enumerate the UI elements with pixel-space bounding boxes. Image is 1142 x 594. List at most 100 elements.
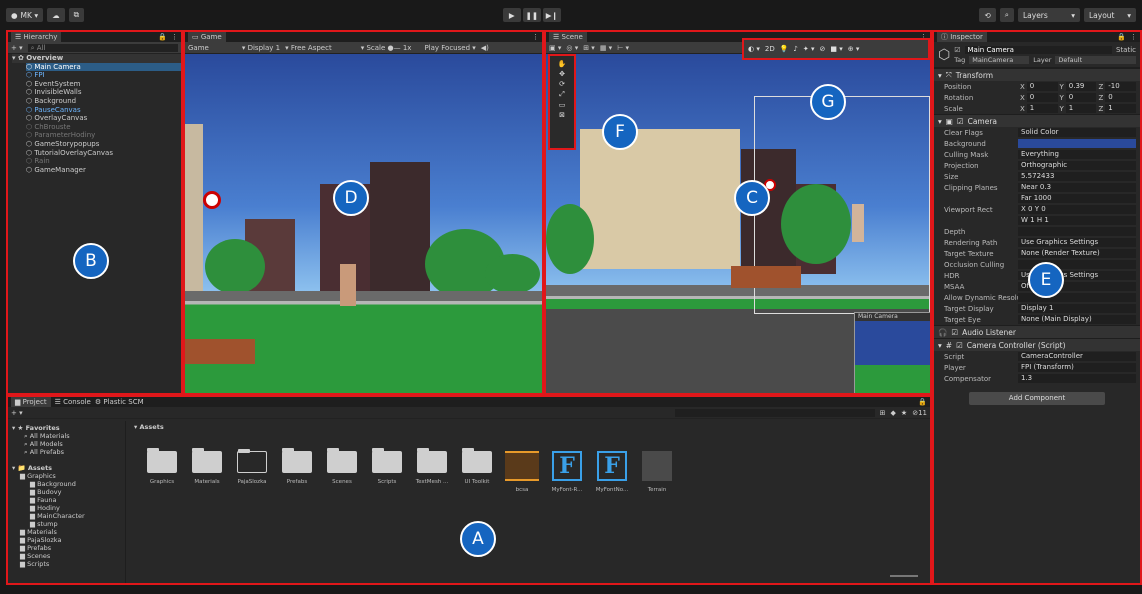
- draw-mode-dropdown[interactable]: ▣ ▾: [549, 44, 561, 52]
- hierarchy-item[interactable]: ⬡ GameStorypopups: [26, 140, 181, 149]
- gizmos-icon[interactable]: ⊕ ▾: [848, 45, 860, 53]
- transform-z-field[interactable]: -10: [1105, 82, 1136, 91]
- camera-row-value[interactable]: [1018, 227, 1136, 236]
- tree-item[interactable]: ▆ Background: [20, 480, 121, 488]
- transform-y-field[interactable]: 1: [1065, 104, 1097, 113]
- transform-x-field[interactable]: 0: [1026, 93, 1058, 102]
- hierarchy-item[interactable]: ⬡ EventSystem: [26, 80, 181, 89]
- transform-x-field[interactable]: 0: [1026, 82, 1058, 91]
- asset-item[interactable]: Scripts: [369, 448, 405, 493]
- tree-item[interactable]: ▆ Budovy: [20, 488, 121, 496]
- favorite-item[interactable]: ⌕ All Prefabs: [24, 448, 121, 456]
- collab-button[interactable]: ⧉: [68, 8, 84, 22]
- cloud-button[interactable]: ☁: [47, 8, 65, 22]
- aspect-dropdown[interactable]: ▾ Free Aspect: [285, 44, 332, 52]
- project-search-input[interactable]: [674, 408, 875, 417]
- snap-dropdown[interactable]: ⊞ ▾: [583, 44, 595, 52]
- gizmo-dropdown[interactable]: ◎ ▾: [566, 44, 578, 52]
- scene-viewport[interactable]: ✋ ✥ ⟳ ⤢ ▭ ⊠ Main Camera: [546, 54, 930, 393]
- controller-row-value[interactable]: CameraController: [1018, 352, 1136, 361]
- hierarchy-item[interactable]: ⬡ ChBrouste: [26, 123, 181, 132]
- tree-item[interactable]: ▆ PajaSlozka: [20, 536, 121, 544]
- hierarchy-item[interactable]: ⬡ FPI: [26, 71, 181, 80]
- active-checkbox[interactable]: ☑: [954, 46, 960, 54]
- asset-item[interactable]: Graphics: [144, 448, 180, 493]
- game-mode-dropdown[interactable]: Game: [188, 44, 209, 52]
- search-button[interactable]: ⌕: [999, 8, 1014, 22]
- filter-icon[interactable]: ⊞: [880, 409, 886, 417]
- camera-row-value[interactable]: None (Render Texture): [1018, 249, 1136, 258]
- tree-item[interactable]: ▆ stump: [20, 520, 121, 528]
- object-name-field[interactable]: Main Camera: [964, 45, 1112, 54]
- hierarchy-search-input[interactable]: ⌕ All: [27, 43, 178, 52]
- plastic-scm-tab[interactable]: ⚙ Plastic SCM: [95, 398, 144, 406]
- hierarchy-item[interactable]: ⬡ OverlayCanvas: [26, 114, 181, 123]
- transform-x-field[interactable]: 1: [1026, 104, 1058, 113]
- account-button[interactable]: ● MK ▾: [6, 8, 44, 22]
- asset-item[interactable]: F MyFont-R...: [549, 451, 585, 493]
- transform-tool-icon[interactable]: ⊠: [559, 111, 565, 119]
- hierarchy-item[interactable]: ⬡ PauseCanvas: [26, 106, 181, 115]
- scene-root[interactable]: ▾ ✿ Overview: [12, 54, 181, 63]
- hierarchy-item[interactable]: ⬡ GameManager: [26, 166, 181, 175]
- more-icon[interactable]: ⋮: [171, 33, 178, 41]
- tree-item[interactable]: ▆ Scenes: [20, 552, 121, 560]
- favorites-header[interactable]: ▾ ★ Favorites: [12, 424, 121, 432]
- console-tab[interactable]: ☰ Console: [55, 398, 91, 406]
- audio-listener-header[interactable]: 🎧 ☑ Audio Listener: [934, 325, 1140, 338]
- tree-item[interactable]: ▆ MainCharacter: [20, 512, 121, 520]
- favorite-item[interactable]: ⌕ All Materials: [24, 432, 121, 440]
- lock-icon[interactable]: 🔒: [158, 33, 167, 41]
- controller-row-value[interactable]: FPI (Transform): [1018, 363, 1136, 372]
- play-mode-dropdown[interactable]: Play Focused ▾: [424, 44, 475, 52]
- tree-item[interactable]: ▆ Graphics: [20, 472, 121, 480]
- layout-dropdown[interactable]: Layout ▾: [1083, 8, 1136, 22]
- toggle-2d-button[interactable]: 2D: [765, 45, 775, 53]
- pause-button[interactable]: ❚❚: [522, 8, 541, 22]
- hand-tool-icon[interactable]: ✋: [558, 60, 567, 68]
- scene-tab[interactable]: ☰ Scene: [549, 32, 587, 42]
- display-dropdown[interactable]: ▾ Display 1: [242, 44, 280, 52]
- hierarchy-item[interactable]: ⬡ Background: [26, 97, 181, 106]
- star-icon[interactable]: ★: [901, 409, 907, 417]
- transform-z-field[interactable]: 1: [1105, 104, 1136, 113]
- lock-icon[interactable]: 🔒: [1117, 33, 1126, 41]
- asset-item[interactable]: PajaSlozka: [234, 449, 270, 493]
- hierarchy-item[interactable]: ⬡ TutorialOverlayCanvas: [26, 149, 181, 158]
- project-tab[interactable]: ▆ Project: [11, 397, 51, 407]
- camera-row-value[interactable]: Far 1000: [1018, 194, 1136, 203]
- asset-item[interactable]: F MyFontNo...: [594, 451, 630, 493]
- hierarchy-tab[interactable]: ☰ Hierarchy: [11, 32, 62, 42]
- tag-dropdown[interactable]: MainCamera: [969, 55, 1030, 64]
- move-tool-icon[interactable]: ✥: [559, 70, 565, 78]
- more-icon[interactable]: ⋮: [532, 33, 539, 41]
- hierarchy-item[interactable]: ⬡ InvisibleWalls: [26, 88, 181, 97]
- audio-icon[interactable]: ◀): [481, 44, 489, 52]
- layer-dropdown[interactable]: Default: [1055, 55, 1136, 64]
- camera-controller-header[interactable]: ▾ # ☑ Camera Controller (Script): [934, 338, 1140, 351]
- camera-row-value[interactable]: X 0 Y 0: [1018, 205, 1136, 214]
- visibility-icon[interactable]: ⊘11: [912, 409, 927, 417]
- camera-row-value[interactable]: Display 1: [1018, 304, 1136, 313]
- hidden-objects-icon[interactable]: ⊘: [820, 45, 826, 53]
- camera-row-value[interactable]: Near 0.3: [1018, 183, 1136, 192]
- effects-icon[interactable]: ✦ ▾: [803, 45, 815, 53]
- asset-item[interactable]: bcsa: [504, 451, 540, 493]
- hierarchy-item[interactable]: ⬡ ParameterHodiny: [26, 131, 181, 140]
- hierarchy-item[interactable]: ⬡ Main Camera: [26, 62, 181, 72]
- tree-item[interactable]: ▆ Hodiny: [20, 504, 121, 512]
- enabled-checkbox[interactable]: ☑: [951, 328, 958, 337]
- lock-icon[interactable]: 🔒: [918, 398, 927, 406]
- audio-toggle-icon[interactable]: ♪: [793, 45, 797, 53]
- camera-row-value[interactable]: Solid Color: [1018, 128, 1136, 137]
- asset-item[interactable]: UI Toolkit: [459, 448, 495, 493]
- rect-tool-icon[interactable]: ▭: [559, 101, 566, 109]
- camera-row-value[interactable]: [1018, 139, 1136, 148]
- controller-row-value[interactable]: 1.3: [1018, 374, 1136, 383]
- camera-row-value[interactable]: Use Graphics Settings: [1018, 238, 1136, 247]
- scale-slider[interactable]: ▾ Scale ●— 1x: [361, 44, 412, 52]
- tree-item[interactable]: ▆ Scripts: [20, 560, 121, 568]
- transform-y-field[interactable]: 0.39: [1065, 82, 1097, 91]
- transform-header[interactable]: ▾ ⤧ Transform: [934, 68, 1140, 81]
- inspector-tab[interactable]: ⓘ Inspector: [937, 32, 987, 42]
